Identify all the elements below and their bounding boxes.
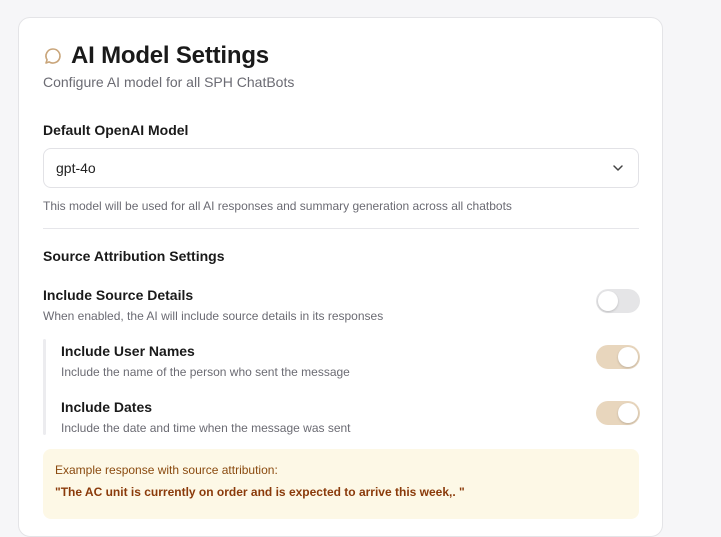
- include-dates-toggle[interactable]: [596, 401, 640, 425]
- toggle-knob: [618, 403, 638, 423]
- include-source-option: Include Source Details When enabled, the…: [43, 287, 383, 323]
- chevron-down-icon: [610, 160, 626, 176]
- include-user-names-option: Include User Names Include the name of t…: [61, 343, 350, 379]
- include-user-names-title: Include User Names: [61, 343, 195, 359]
- attribution-section-title: Source Attribution Settings: [43, 248, 225, 264]
- section-divider: [43, 228, 639, 229]
- page-subtitle: Configure AI model for all SPH ChatBots: [43, 74, 295, 90]
- model-field-label: Default OpenAI Model: [43, 122, 189, 138]
- example-quote: "The AC unit is currently on order and i…: [55, 485, 465, 499]
- toggle-knob: [618, 347, 638, 367]
- include-dates-title: Include Dates: [61, 399, 153, 415]
- toggle-knob: [598, 291, 618, 311]
- page-title: AI Model Settings: [71, 42, 269, 69]
- include-dates-desc: Include the date and time when the messa…: [61, 421, 351, 435]
- include-source-desc: When enabled, the AI will include source…: [43, 309, 384, 323]
- example-label: Example response with source attribution…: [55, 463, 278, 477]
- include-source-toggle[interactable]: [596, 289, 640, 313]
- model-select[interactable]: gpt-4o: [43, 148, 639, 188]
- ai-model-settings-card: AI Model Settings Configure AI model for…: [18, 17, 663, 537]
- model-help-text: This model will be used for all AI respo…: [43, 199, 512, 213]
- include-dates-option: Include Dates Include the date and time …: [61, 399, 351, 435]
- sub-options-indent-bar: [43, 339, 46, 435]
- include-user-names-toggle[interactable]: [596, 345, 640, 369]
- include-source-title: Include Source Details: [43, 287, 194, 303]
- example-response-box: Example response with source attribution…: [43, 449, 639, 519]
- chat-bubble-icon: [43, 46, 63, 66]
- include-user-names-desc: Include the name of the person who sent …: [61, 365, 350, 379]
- model-select-value: gpt-4o: [56, 160, 96, 176]
- card-header: AI Model Settings: [43, 42, 269, 70]
